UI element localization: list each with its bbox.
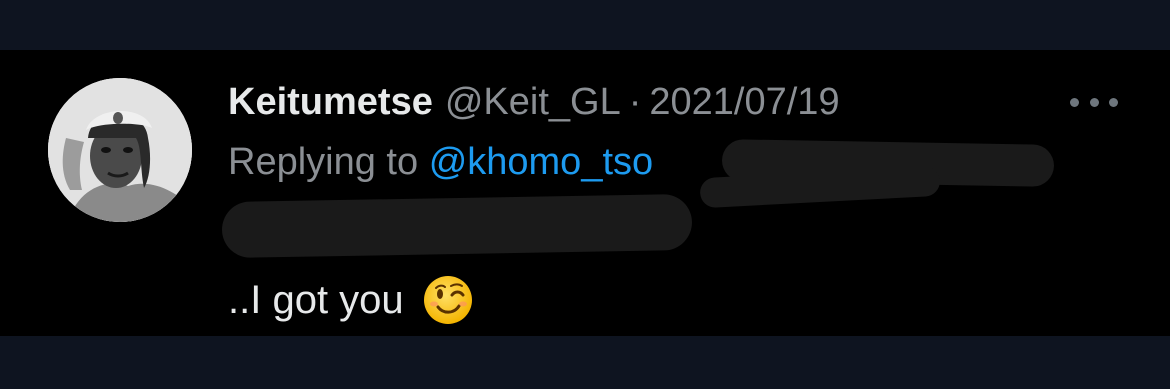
bottom-band xyxy=(0,336,1170,389)
replying-to-line: Replying to @khomo_tso xyxy=(228,137,653,187)
more-dot xyxy=(1070,97,1079,107)
display-name[interactable]: Keitumetse xyxy=(228,77,433,127)
more-options-icon[interactable] xyxy=(1070,90,1118,114)
top-band xyxy=(0,0,1170,50)
redaction-mark xyxy=(221,193,693,259)
winking-face-emoji xyxy=(423,276,472,324)
replying-to-label: Replying to xyxy=(228,141,419,183)
separator-dot: · xyxy=(628,81,642,123)
reply-mention-link[interactable]: @khomo_tso xyxy=(429,141,653,183)
tweet-body: ..I got you xyxy=(228,278,404,322)
more-dot xyxy=(1109,97,1118,107)
tweet-text: ..I got you xyxy=(228,272,474,328)
user-handle[interactable]: @Keit_GL xyxy=(445,77,621,127)
avatar[interactable] xyxy=(48,78,192,222)
tweet-date[interactable]: 2021/07/19 xyxy=(649,77,839,127)
more-dot xyxy=(1089,97,1099,107)
avatar-photo xyxy=(48,78,192,222)
tweet-header: Keitumetse @Keit_GL · 2021/07/19 xyxy=(228,77,840,127)
tweet-card[interactable]: Keitumetse @Keit_GL · 2021/07/19 Replyin… xyxy=(0,50,1170,336)
